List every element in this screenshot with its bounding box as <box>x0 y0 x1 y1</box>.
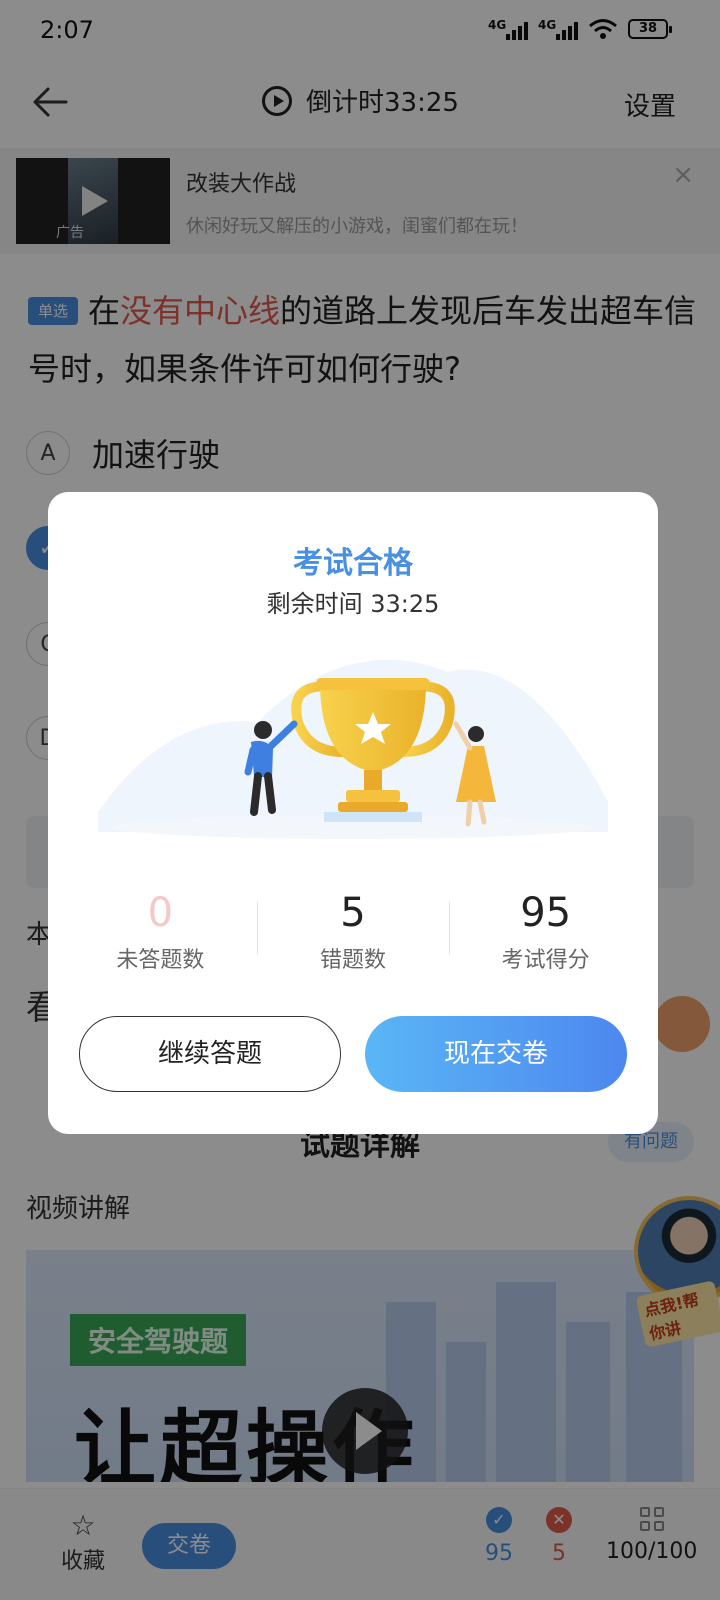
wrong-stat: 5 错题数 <box>256 888 450 978</box>
submit-now-button[interactable]: 现在交卷 <box>365 1016 627 1092</box>
wrong-count: 5 <box>340 890 366 936</box>
score-stat: 95 考试得分 <box>449 888 642 978</box>
trophy-illustration <box>98 659 608 839</box>
exam-result-dialog: 考试合格 剩余时间 33:25 0 未答题数 5 错题数 95 考试得分 继续答… <box>48 492 658 1134</box>
remaining-time: 剩余时间 33:25 <box>266 590 440 618</box>
exam-score: 95 <box>520 890 572 936</box>
result-stats: 0 未答题数 5 错题数 95 考试得分 <box>64 888 642 978</box>
continue-answering-button[interactable]: 继续答题 <box>79 1016 341 1092</box>
wrong-label: 错题数 <box>320 948 387 973</box>
unanswered-stat: 0 未答题数 <box>64 888 257 978</box>
result-title: 考试合格 <box>293 546 413 581</box>
score-label: 考试得分 <box>501 948 590 973</box>
unanswered-count: 0 <box>147 890 174 936</box>
unanswered-label: 未答题数 <box>116 948 205 973</box>
